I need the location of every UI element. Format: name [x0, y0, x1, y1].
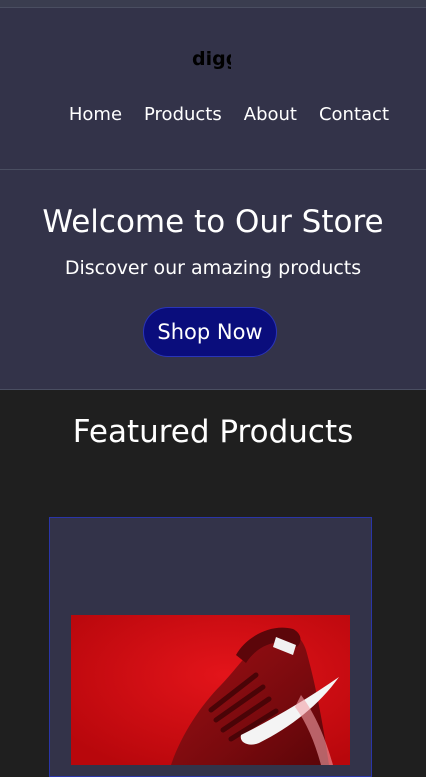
shop-now-button[interactable]: Shop Now — [143, 307, 277, 357]
main-nav: Home Products About Contact — [69, 104, 389, 125]
product-card[interactable] — [49, 517, 372, 777]
featured-title: Featured Products — [72, 414, 354, 450]
nav-about[interactable]: About — [244, 104, 297, 125]
featured-products-section: Featured Products — [0, 389, 426, 777]
nav-products[interactable]: Products — [144, 104, 222, 125]
red-sneaker-image[interactable] — [71, 615, 350, 765]
hero-subtitle: Discover our amazing products — [64, 257, 362, 279]
nav-contact[interactable]: Contact — [319, 104, 389, 125]
top-strip — [0, 0, 426, 8]
hero-title: Welcome to Our Store — [42, 204, 384, 240]
nav-home[interactable]: Home — [69, 104, 122, 125]
digg-logo[interactable]: digg — [190, 44, 232, 76]
svg-text:digg: digg — [192, 48, 231, 70]
digg-logo-icon: digg — [192, 48, 231, 70]
hero-section: Welcome to Our Store Discover our amazin… — [0, 170, 426, 389]
site-header: digg Home Products About Contact — [0, 8, 426, 170]
sneaker-icon — [71, 615, 350, 765]
